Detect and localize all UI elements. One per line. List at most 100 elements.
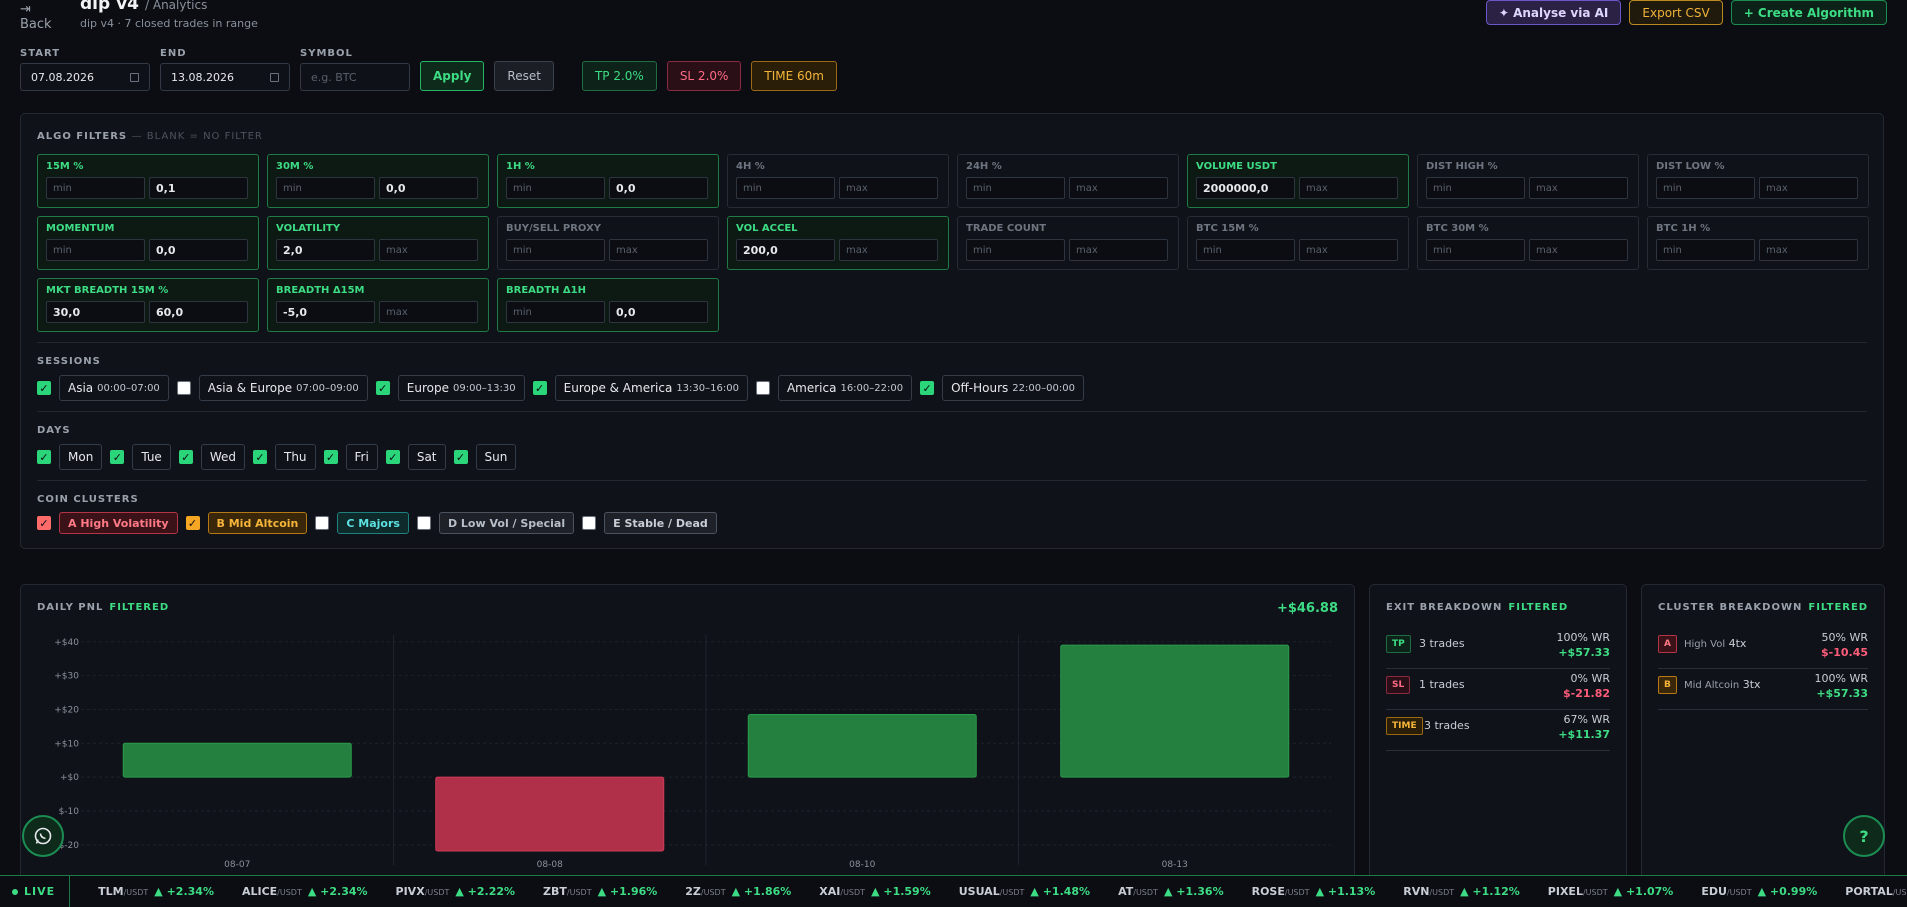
ticker-item[interactable]: ALICE/USDT ▲ +2.34% bbox=[242, 885, 368, 898]
cluster-b[interactable]: ✓ B Mid Altcoin bbox=[185, 512, 308, 534]
day-fri[interactable]: ✓ Fri bbox=[323, 444, 378, 470]
cluster-badge[interactable]: D Low Vol / Special bbox=[438, 512, 575, 534]
session-america[interactable]: America 16:00–22:00 bbox=[755, 375, 913, 401]
filter-min-input[interactable]: min bbox=[1196, 239, 1295, 261]
filter-max-input[interactable]: max bbox=[1529, 177, 1628, 199]
checkbox[interactable]: ✓ bbox=[385, 450, 400, 464]
cluster-a[interactable]: ✓ A High Volatility bbox=[37, 512, 178, 534]
filter-min-input[interactable]: min bbox=[506, 301, 605, 323]
day-label[interactable]: Fri bbox=[345, 444, 378, 470]
checkbox[interactable]: ✓ bbox=[37, 450, 51, 464]
checkbox[interactable]: ✓ bbox=[920, 381, 935, 395]
filter-max-input[interactable]: max bbox=[839, 239, 938, 261]
ticker-item[interactable]: RVN/USDT ▲ +1.12% bbox=[1403, 885, 1520, 898]
filter-min-input[interactable]: min bbox=[46, 239, 145, 261]
calendar-icon[interactable] bbox=[130, 72, 139, 82]
checkbox[interactable]: ✓ bbox=[532, 381, 547, 395]
cluster-e[interactable]: E Stable / Dead bbox=[582, 512, 717, 534]
cluster-badge[interactable]: A High Volatility bbox=[59, 512, 178, 534]
filter-max-input[interactable]: max bbox=[1759, 177, 1858, 199]
filter-min-input[interactable]: 200,0 bbox=[736, 239, 835, 261]
checkbox[interactable]: ✓ bbox=[185, 516, 200, 530]
ticker-item[interactable]: 2Z/USDT ▲ +1.86% bbox=[685, 885, 791, 898]
filter-max-input[interactable]: max bbox=[609, 239, 708, 261]
filter-max-input[interactable]: 60,0 bbox=[149, 301, 248, 323]
checkbox[interactable] bbox=[176, 381, 191, 395]
day-mon[interactable]: ✓ Mon bbox=[37, 444, 103, 470]
day-sat[interactable]: ✓ Sat bbox=[385, 444, 446, 470]
filter-min-input[interactable]: 2,0 bbox=[276, 239, 375, 261]
filter-min-input[interactable]: min bbox=[966, 177, 1065, 199]
ticker-item[interactable]: EDU/USDT ▲ +0.99% bbox=[1701, 885, 1817, 898]
cluster-badge[interactable]: B Mid Altcoin bbox=[207, 512, 308, 534]
apply-button[interactable]: Apply bbox=[420, 61, 485, 91]
cluster-d[interactable]: D Low Vol / Special bbox=[416, 512, 575, 534]
filter-max-input[interactable]: max bbox=[1069, 177, 1168, 199]
day-sun[interactable]: ✓ Sun bbox=[453, 444, 517, 470]
filter-min-input[interactable]: 30,0 bbox=[46, 301, 145, 323]
checkbox[interactable]: ✓ bbox=[252, 450, 267, 464]
checkbox[interactable]: ✓ bbox=[453, 450, 468, 464]
filter-max-input[interactable]: max bbox=[1299, 177, 1398, 199]
filter-min-input[interactable]: min bbox=[1426, 177, 1525, 199]
checkbox[interactable]: ✓ bbox=[37, 516, 51, 530]
checkbox[interactable] bbox=[315, 516, 330, 530]
checkbox[interactable] bbox=[416, 516, 431, 530]
session-label[interactable]: Europe 09:00–13:30 bbox=[397, 375, 525, 401]
cluster-badge[interactable]: C Majors bbox=[337, 512, 409, 534]
ticker-item[interactable]: ZBT/USDT ▲ +1.96% bbox=[543, 885, 657, 898]
filter-max-input[interactable]: max bbox=[379, 301, 478, 323]
ticker-item[interactable]: AT/USDT ▲ +1.36% bbox=[1118, 885, 1224, 898]
filter-min-input[interactable]: min bbox=[276, 177, 375, 199]
session-label[interactable]: Asia & Europe 07:00–09:00 bbox=[198, 375, 368, 401]
checkbox[interactable]: ✓ bbox=[110, 450, 125, 464]
session-asia-europe[interactable]: Asia & Europe 07:00–09:00 bbox=[176, 375, 368, 401]
day-label[interactable]: Sat bbox=[407, 444, 446, 470]
filter-min-input[interactable]: min bbox=[1656, 239, 1755, 261]
filter-min-input[interactable]: min bbox=[46, 177, 145, 199]
cluster-badge[interactable]: E Stable / Dead bbox=[604, 512, 717, 534]
ticker-item[interactable]: XAI/USDT ▲ +1.59% bbox=[819, 885, 930, 898]
day-tue[interactable]: ✓ Tue bbox=[110, 444, 171, 470]
session-asia[interactable]: ✓ Asia 00:00–07:00 bbox=[37, 375, 169, 401]
cluster-c[interactable]: C Majors bbox=[315, 512, 409, 534]
ticker-item[interactable]: ROSE/USDT ▲ +1.13% bbox=[1252, 885, 1376, 898]
checkbox[interactable]: ✓ bbox=[37, 381, 51, 395]
filter-min-input[interactable]: min bbox=[736, 177, 835, 199]
session-europe-america[interactable]: ✓ Europe & America 13:30–16:00 bbox=[532, 375, 748, 401]
ticker-item[interactable]: TLM/USDT ▲ +2.34% bbox=[98, 885, 214, 898]
filter-max-input[interactable]: 0,0 bbox=[379, 177, 478, 199]
day-label[interactable]: Thu bbox=[274, 444, 316, 470]
session-europe[interactable]: ✓ Europe 09:00–13:30 bbox=[375, 375, 525, 401]
day-thu[interactable]: ✓ Thu bbox=[252, 444, 316, 470]
session-label[interactable]: Europe & America 13:30–16:00 bbox=[554, 375, 748, 401]
back-link[interactable]: ⇥ Back bbox=[20, 2, 52, 32]
filter-max-input[interactable]: 0,0 bbox=[609, 301, 708, 323]
day-label[interactable]: Tue bbox=[132, 444, 171, 470]
filter-min-input[interactable]: min bbox=[1656, 177, 1755, 199]
filter-min-input[interactable]: min bbox=[966, 239, 1065, 261]
filter-min-input[interactable]: 2000000,0 bbox=[1196, 177, 1295, 199]
export-csv-button[interactable]: Export CSV bbox=[1629, 0, 1723, 25]
filter-max-input[interactable]: max bbox=[379, 239, 478, 261]
filter-min-input[interactable]: min bbox=[506, 177, 605, 199]
create-algorithm-button[interactable]: + Create Algorithm bbox=[1730, 0, 1887, 25]
help-button[interactable]: ? bbox=[1843, 815, 1885, 857]
session-label[interactable]: Off-Hours 22:00–00:00 bbox=[942, 375, 1084, 401]
day-wed[interactable]: ✓ Wed bbox=[178, 444, 245, 470]
ticker-item[interactable]: PIXEL/USDT ▲ +1.07% bbox=[1548, 885, 1674, 898]
symbol-input[interactable]: e.g. BTC bbox=[300, 63, 410, 91]
day-label[interactable]: Mon bbox=[59, 444, 103, 470]
ticker-item[interactable]: PIVX/USDT ▲ +2.22% bbox=[396, 885, 516, 898]
reset-button[interactable]: Reset bbox=[494, 61, 554, 91]
whatsapp-button[interactable] bbox=[22, 815, 64, 857]
session-off-hours[interactable]: ✓ Off-Hours 22:00–00:00 bbox=[920, 375, 1084, 401]
filter-max-input[interactable]: 0,1 bbox=[149, 177, 248, 199]
analyse-ai-button[interactable]: ✦ Analyse via AI bbox=[1485, 0, 1622, 25]
checkbox[interactable]: ✓ bbox=[375, 381, 390, 395]
filter-min-input[interactable]: min bbox=[1426, 239, 1525, 261]
session-label[interactable]: Asia 00:00–07:00 bbox=[59, 375, 169, 401]
checkbox[interactable]: ✓ bbox=[178, 450, 193, 464]
filter-max-input[interactable]: max bbox=[1759, 239, 1858, 261]
checkbox[interactable] bbox=[755, 381, 770, 395]
